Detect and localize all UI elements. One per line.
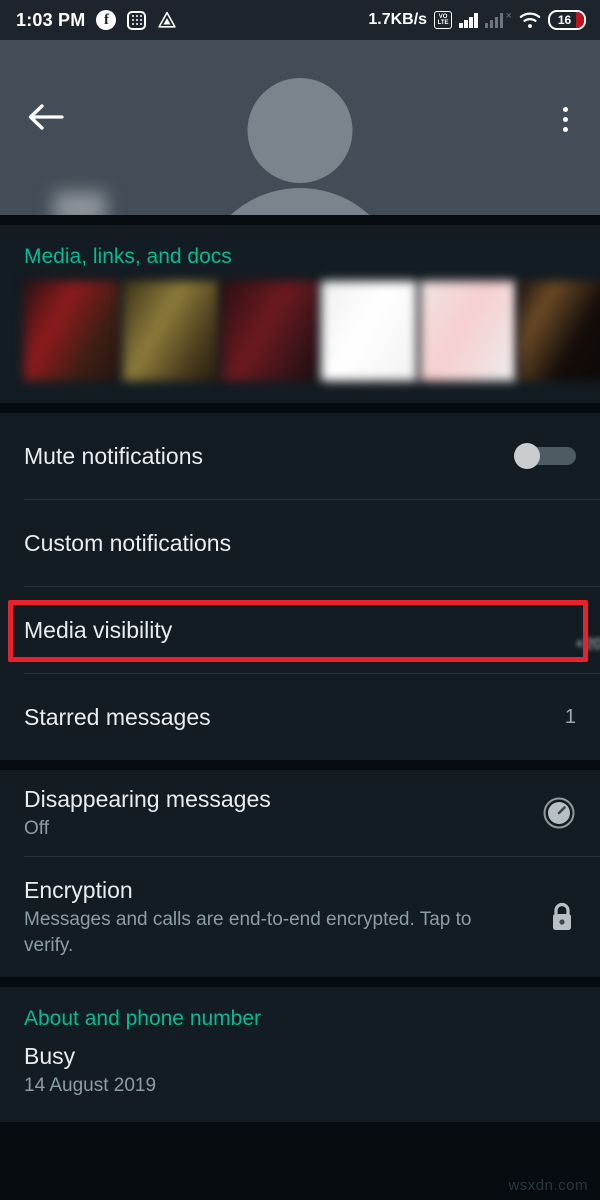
back-button[interactable] [26, 102, 64, 132]
wifi-icon [519, 12, 541, 29]
row-about-status[interactable]: Busy 14 August 2019 [0, 1039, 600, 1099]
disappearing-messages-label: Disappearing messages [24, 786, 271, 812]
mute-notifications-toggle[interactable] [514, 443, 576, 469]
contact-header [0, 40, 600, 215]
media-thumb-6[interactable] [519, 281, 600, 381]
watermark: wsxdn.com [508, 1177, 588, 1194]
overflow-menu-button[interactable] [552, 102, 578, 136]
signal-bars-icon [459, 12, 478, 28]
battery-level-label: 16 [557, 13, 572, 27]
row-mute-notifications[interactable]: Mute notifications [0, 413, 600, 499]
volte-bottom-label: LTE [437, 20, 449, 26]
row-starred-messages[interactable]: Starred messages 1 [0, 674, 600, 760]
avatar-head-shape [247, 78, 353, 183]
status-bar-left: 1:03 PM f [16, 10, 177, 31]
starred-messages-label: Starred messages [24, 704, 211, 730]
network-speed-label: 1.7KB/s [368, 11, 428, 28]
timer-icon [542, 796, 576, 830]
media-thumb-4[interactable] [321, 281, 417, 381]
custom-notifications-label: Custom notifications [24, 530, 232, 556]
encryption-label: Encryption [24, 877, 133, 903]
about-status-date: 14 August 2019 [24, 1075, 157, 1096]
mute-notifications-label: Mute notifications [24, 443, 203, 469]
encryption-description: Messages and calls are end-to-end encryp… [24, 909, 472, 956]
contact-name [54, 192, 107, 215]
about-section-title: About and phone number [24, 1007, 262, 1030]
media-thumb-3[interactable] [222, 281, 318, 381]
row-disappearing-messages[interactable]: Disappearing messages Off [0, 770, 600, 856]
battery-icon: 16 [548, 10, 586, 30]
drop-triangle-icon [157, 11, 177, 30]
facebook-icon: f [96, 10, 117, 30]
avatar [0, 40, 600, 215]
section-separator [0, 215, 600, 225]
status-bar-clock: 1:03 PM [16, 9, 86, 30]
row-custom-notifications[interactable]: Custom notifications [0, 500, 600, 586]
signal-bars-disabled-icon: × [484, 11, 512, 28]
lock-icon [548, 900, 576, 934]
status-bar-right: 1.7KB/s VO LTE × 16 [368, 10, 586, 30]
media-section: Media, links, and docs +20 [0, 225, 600, 653]
about-section: About and phone number Busy 14 August 20… [0, 987, 600, 1122]
privacy-section: Disappearing messages Off Encryption Mes… [0, 770, 600, 977]
avatar-body-shape [197, 188, 403, 215]
grid-apps-icon [127, 10, 147, 30]
row-encryption[interactable]: Encryption Messages and calls are end-to… [0, 857, 600, 977]
section-separator-2 [0, 403, 600, 413]
volte-icon: VO LTE [434, 11, 453, 29]
media-thumb-1[interactable] [24, 281, 120, 381]
whatsapp-contact-info-screen: 1:03 PM f 1.7KB/s VO LTE × 16 Media, lin… [0, 0, 600, 1200]
section-separator-4 [0, 977, 600, 987]
notifications-section: Mute notifications Custom notifications … [0, 413, 600, 760]
row-media-visibility[interactable]: Media visibility [0, 587, 600, 673]
media-thumb-2[interactable] [123, 281, 219, 381]
section-separator-3 [0, 760, 600, 770]
media-thumbnail-strip[interactable]: +20 [0, 281, 600, 653]
media-visibility-label: Media visibility [24, 617, 173, 643]
toggle-knob [514, 443, 540, 469]
disappearing-messages-value: Off [24, 818, 49, 839]
android-status-bar: 1:03 PM f 1.7KB/s VO LTE × 16 [0, 0, 600, 40]
starred-messages-count: 1 [564, 705, 576, 728]
media-section-title[interactable]: Media, links, and docs [0, 225, 600, 281]
about-status-text: Busy [24, 1043, 76, 1069]
media-thumb-5[interactable] [420, 281, 516, 381]
